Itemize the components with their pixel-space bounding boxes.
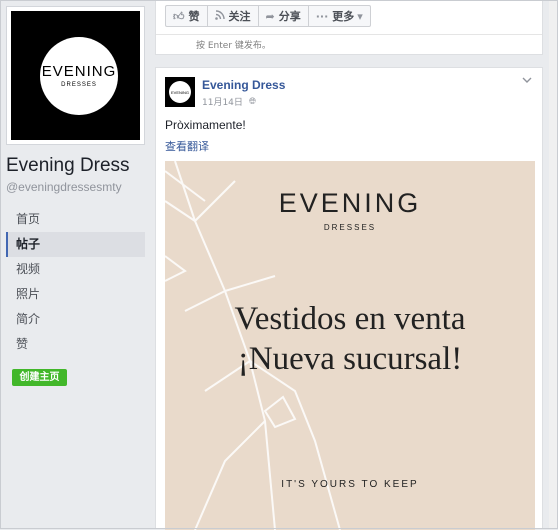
create-page-button[interactable]: 创建主页 [12,369,67,386]
post-text: Pròximamente! [165,118,246,132]
follow-button[interactable]: 关注 [206,5,258,27]
profile-picture[interactable]: EVENING DRESSES [6,6,145,145]
page-action-bar: 👍︎ 赞 关注 ➦ 分享 ··· 更多 ▾ [165,5,371,27]
nav-item-likes[interactable]: 赞 [6,332,145,357]
thumbs-up-icon: 👍︎ [173,9,185,23]
post-date[interactable]: 11月14日 [202,95,243,108]
nav-item-posts[interactable]: 帖子 [6,232,145,257]
post-card: EVENING Evening Dress 11月14日 🌐︎ Pròximam… [155,67,543,530]
logo-word: EVENING [41,63,117,80]
share-arrow-icon: ➦ [265,9,275,23]
scrollbar[interactable] [549,0,558,529]
poster-tagline: IT'S YOURS TO KEEP [281,479,419,490]
poster-headline-2: ¡Nueva sucursal! [237,341,463,377]
chevron-down-icon[interactable] [522,76,532,87]
poster-headline-1: Vestidos en venta [234,301,466,337]
left-column: EVENING DRESSES Evening Dress @eveningdr… [0,0,155,529]
post-avatar[interactable]: EVENING [165,77,195,107]
share-label: 分享 [278,10,301,23]
page-handle[interactable]: @eveningdressesmty [6,180,122,194]
nav-item-videos[interactable]: 视频 [6,257,145,282]
profile-picture-background: EVENING DRESSES [11,11,140,140]
nav-item-home[interactable]: 首页 [6,207,145,232]
globe-icon: 🌐︎ [248,96,257,107]
avatar-word: EVENING [170,89,189,95]
post-image[interactable]: EVENING DRESSES Vestidos en venta ¡Nueva… [165,161,535,530]
follow-label: 关注 [228,10,251,23]
avatar-logo: EVENING [169,81,191,103]
post-author[interactable]: Evening Dress [202,78,285,92]
more-dots-icon: ··· [315,9,329,23]
nav-item-about[interactable]: 简介 [6,307,145,332]
poster-brand-sub: DRESSES [323,223,377,232]
logo-sub: DRESSES [61,82,97,88]
brand-logo: EVENING DRESSES [40,37,118,115]
more-button[interactable]: ··· 更多 ▾ [307,5,371,27]
rss-icon [214,9,225,23]
caret-down-icon: ▾ [357,9,363,23]
page-name[interactable]: Evening Dress [6,155,130,177]
composer-panel: 👍︎ 赞 关注 ➦ 分享 ··· 更多 ▾ 按 Enter 键发布。 [155,0,543,55]
poster-brand: EVENING [278,188,422,218]
post-meta: 11月14日 🌐︎ [202,95,257,109]
page-nav: 首页 帖子 视频 照片 简介 赞 [6,207,145,357]
see-translation-link[interactable]: 查看翻译 [165,138,209,154]
share-button[interactable]: ➦ 分享 [257,5,308,27]
like-label: 赞 [188,10,200,23]
like-button[interactable]: 👍︎ 赞 [165,5,207,27]
composer-divider [156,34,542,35]
publish-hint: 按 Enter 键发布。 [196,41,271,51]
more-label: 更多 [332,10,355,23]
nav-item-photos[interactable]: 照片 [6,282,145,307]
